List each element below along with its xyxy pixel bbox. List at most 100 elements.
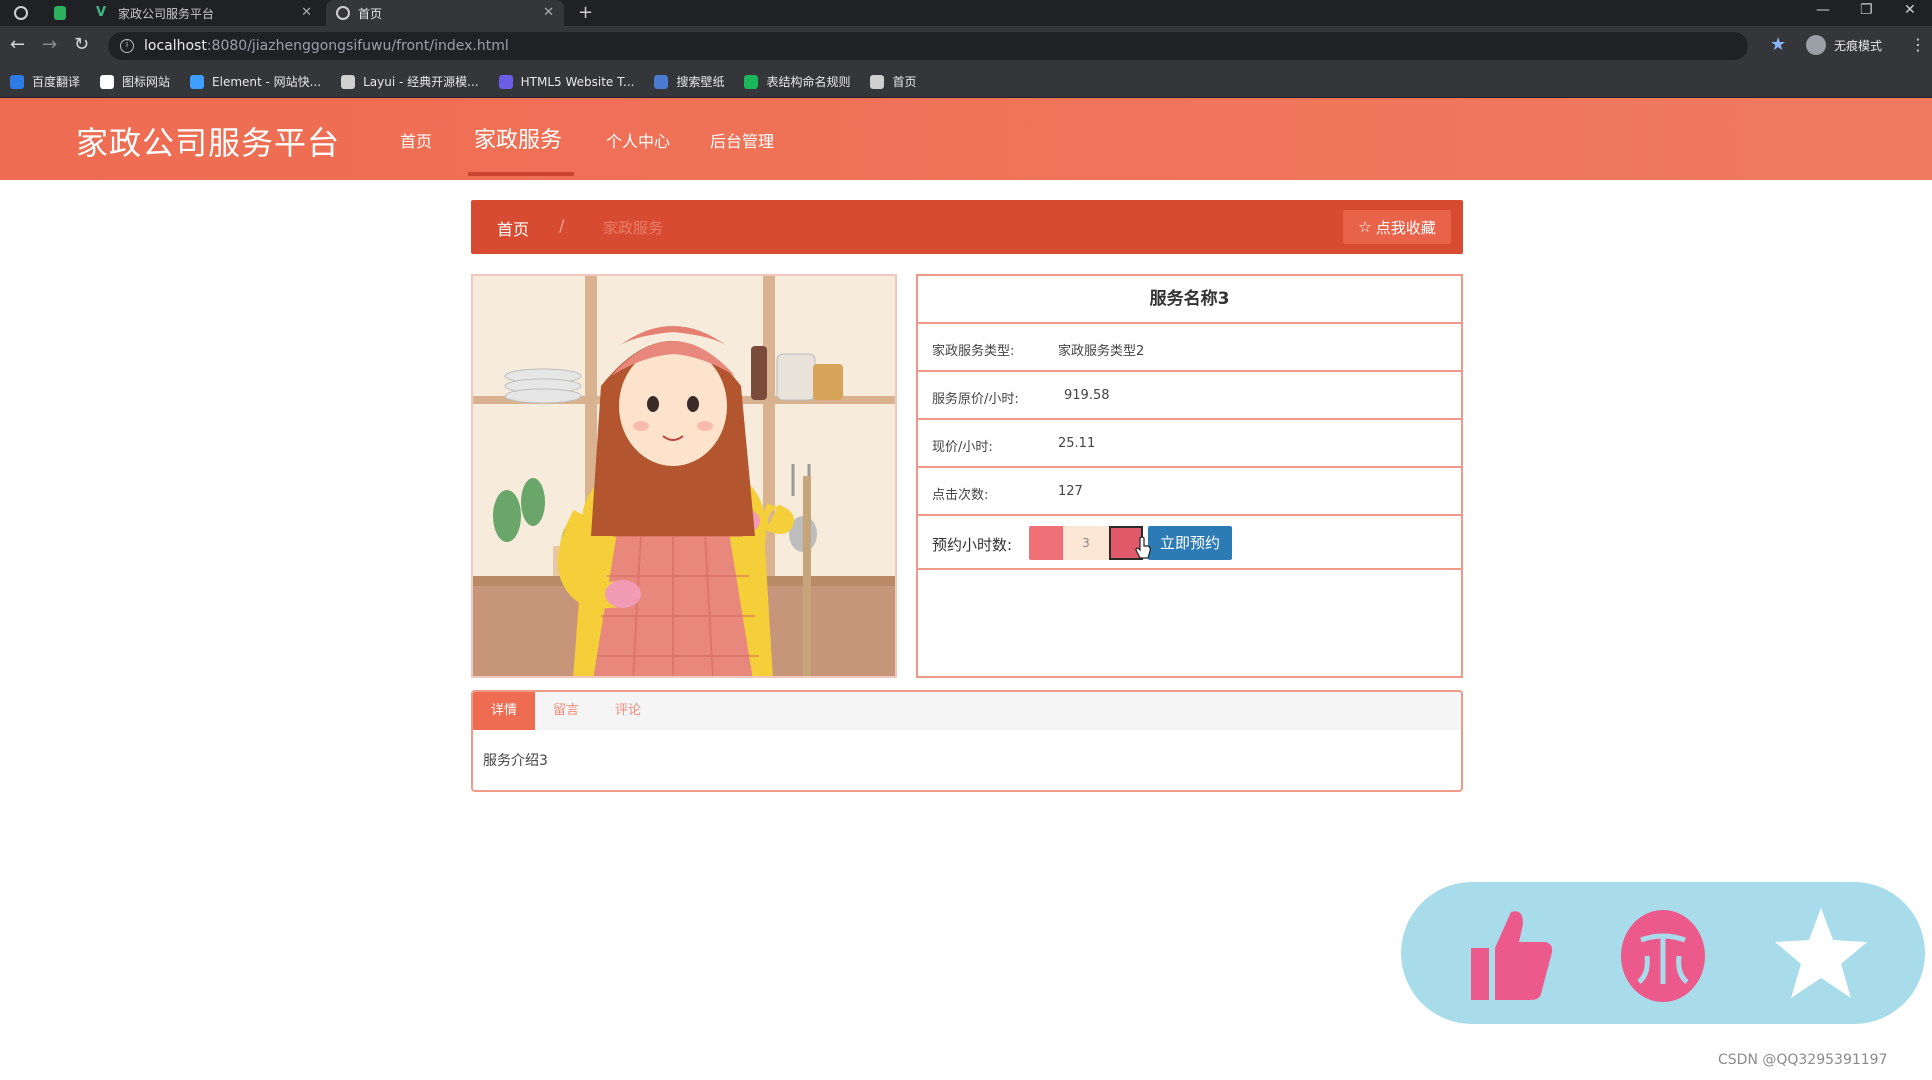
- close-window-button[interactable]: ✕: [1904, 2, 1916, 18]
- hours-stepper: 3: [1029, 526, 1143, 560]
- bookmark-label: 表结构命名规则: [766, 75, 851, 89]
- profile-button[interactable]: 无痕模式: [1806, 35, 1882, 55]
- breadcrumb-separator: /: [559, 216, 565, 235]
- detail-row-type: 家政服务类型: 家政服务类型2: [918, 324, 1461, 372]
- detail-label: 服务原价/小时:: [932, 392, 1019, 407]
- detail-value: 919.58: [1064, 388, 1110, 403]
- detail-label: 现价/小时:: [932, 440, 993, 455]
- pinned-tab[interactable]: [8, 0, 40, 26]
- tab-messages[interactable]: 留言: [535, 692, 597, 730]
- bookmark-icon: [190, 74, 205, 89]
- bookmark-label: 图标网站: [122, 75, 171, 89]
- detail-value: 25.11: [1058, 436, 1096, 451]
- browser-tab-active[interactable]: 首页 ✕: [326, 0, 564, 26]
- bookmark-icon: [654, 74, 669, 89]
- menu-icon[interactable]: ⋮: [1910, 35, 1926, 54]
- bookmark-icon: [100, 74, 115, 89]
- thumbs-up-icon[interactable]: [1461, 904, 1557, 1004]
- url-path: :8080/jiazhenggongsifuwu/front/index.htm…: [206, 38, 509, 54]
- spreadsheet-icon: [54, 6, 66, 20]
- booking-hours-label: 预约小时数:: [932, 536, 1013, 554]
- incognito-icon: [1806, 35, 1826, 55]
- pinned-tab[interactable]: [48, 0, 80, 26]
- bookmark-icon: [498, 74, 513, 89]
- new-tab-button[interactable]: +: [578, 2, 593, 23]
- tab-comments[interactable]: 评论: [597, 692, 659, 730]
- bookmark-label: HTML5 Website T...: [520, 74, 635, 89]
- service-detail-card: 服务名称3 家政服务类型: 家政服务类型2 服务原价/小时: 919.58 现价…: [916, 274, 1463, 678]
- service-image: [471, 274, 897, 678]
- decrement-button[interactable]: [1029, 526, 1063, 560]
- minimize-button[interactable]: —: [1816, 2, 1830, 18]
- globe-icon: [14, 6, 28, 20]
- breadcrumb-current: 家政服务: [603, 219, 664, 237]
- breadcrumb-home[interactable]: 首页: [497, 216, 529, 240]
- hand-cursor-icon: [1135, 536, 1151, 559]
- close-icon[interactable]: ✕: [543, 5, 554, 20]
- service-name: 服务名称3: [918, 276, 1461, 324]
- detail-tabs-panel: 详情 留言 评论 服务介绍3: [471, 690, 1463, 792]
- site-header: 家政公司服务平台 首页 家政服务 个人中心 后台管理: [0, 98, 1932, 180]
- bookmark-item[interactable]: HTML5 Website T...: [498, 74, 635, 89]
- nav-housekeeping[interactable]: 家政服务: [474, 122, 562, 154]
- bookmark-label: Layui - 经典开源模...: [363, 75, 479, 89]
- nav-admin[interactable]: 后台管理: [710, 128, 774, 152]
- bookmark-item[interactable]: Element - 网站快...: [190, 73, 321, 90]
- bookmark-icon: [341, 74, 356, 89]
- nav-home[interactable]: 首页: [400, 128, 432, 152]
- globe-icon: [336, 6, 350, 20]
- detail-value: 127: [1058, 484, 1083, 499]
- nav-active-indicator: [468, 172, 574, 176]
- bookmark-label: 首页: [892, 75, 917, 89]
- detail-row-current-price: 现价/小时: 25.11: [918, 420, 1461, 468]
- url-host: localhost: [144, 38, 207, 54]
- service-introduction: 服务介绍3: [483, 753, 548, 769]
- book-now-button[interactable]: 立即预约: [1148, 526, 1232, 560]
- bookmark-label: 百度翻译: [32, 75, 81, 89]
- tab-details[interactable]: 详情: [473, 692, 536, 730]
- bookmark-item[interactable]: Layui - 经典开源模...: [341, 73, 479, 90]
- bookmark-item[interactable]: 搜索壁纸: [654, 73, 724, 90]
- nav-personal-center[interactable]: 个人中心: [606, 128, 670, 152]
- forward-icon[interactable]: →: [42, 34, 57, 55]
- url-bar[interactable]: i localhost:8080/jiazhenggongsifuwu/fron…: [108, 32, 1748, 60]
- back-icon[interactable]: ←: [10, 34, 25, 55]
- site-logo[interactable]: 家政公司服务平台: [76, 118, 340, 164]
- bookmark-label: Element - 网站快...: [212, 75, 322, 89]
- restore-button[interactable]: ❐: [1860, 2, 1873, 18]
- detail-value: 家政服务类型2: [1058, 344, 1145, 359]
- profile-label: 无痕模式: [1834, 38, 1883, 53]
- address-toolbar: ← → ↻ i localhost:8080/jiazhenggongsifuw…: [0, 26, 1932, 66]
- bookmark-item[interactable]: 图标网站: [100, 73, 170, 90]
- favorite-button[interactable]: ☆ 点我收藏: [1343, 210, 1451, 244]
- bookmark-star-icon[interactable]: ★: [1770, 34, 1786, 55]
- detail-row-clicks: 点击次数: 127: [918, 468, 1461, 516]
- watermark: CSDN @QQ3295391197: [1718, 1052, 1888, 1068]
- bookmark-label: 搜索壁纸: [676, 75, 725, 89]
- detail-label: 家政服务类型:: [932, 344, 1015, 359]
- site-info-icon[interactable]: i: [120, 39, 134, 53]
- breadcrumb: 首页 / 家政服务 ☆ 点我收藏: [471, 200, 1463, 254]
- hours-input[interactable]: 3: [1063, 526, 1109, 560]
- detail-label: 点击次数:: [932, 488, 989, 503]
- browser-tab-bar: V 家政公司服务平台 ✕ 首页 ✕ + — ❐ ✕: [0, 0, 1932, 26]
- bookmark-item[interactable]: 百度翻译: [10, 73, 80, 90]
- detail-row-original-price: 服务原价/小时: 919.58: [918, 372, 1461, 420]
- coin-icon[interactable]: [1615, 904, 1711, 1004]
- favorite-button-label: 点我收藏: [1375, 218, 1436, 237]
- housekeeper-illustration: [473, 276, 895, 676]
- reload-icon[interactable]: ↻: [74, 34, 89, 55]
- bookmark-icon: [744, 74, 759, 89]
- star-icon[interactable]: [1773, 904, 1869, 1004]
- bookmarks-bar: 百度翻译 图标网站 Element - 网站快... Layui - 经典开源模...…: [0, 66, 1932, 98]
- tab-title: 家政公司服务平台: [118, 6, 215, 21]
- tab-title: 首页: [358, 6, 383, 21]
- floating-action-bar: [1401, 882, 1925, 1024]
- vue-icon: V: [96, 5, 107, 20]
- booking-row: 预约小时数: 3 立即预约: [918, 516, 1461, 570]
- browser-tab[interactable]: V 家政公司服务平台 ✕: [86, 0, 322, 26]
- bookmark-item[interactable]: 表结构命名规则: [744, 73, 850, 90]
- bookmark-icon: [870, 74, 885, 89]
- bookmark-item[interactable]: 首页: [870, 73, 917, 90]
- close-icon[interactable]: ✕: [301, 5, 312, 20]
